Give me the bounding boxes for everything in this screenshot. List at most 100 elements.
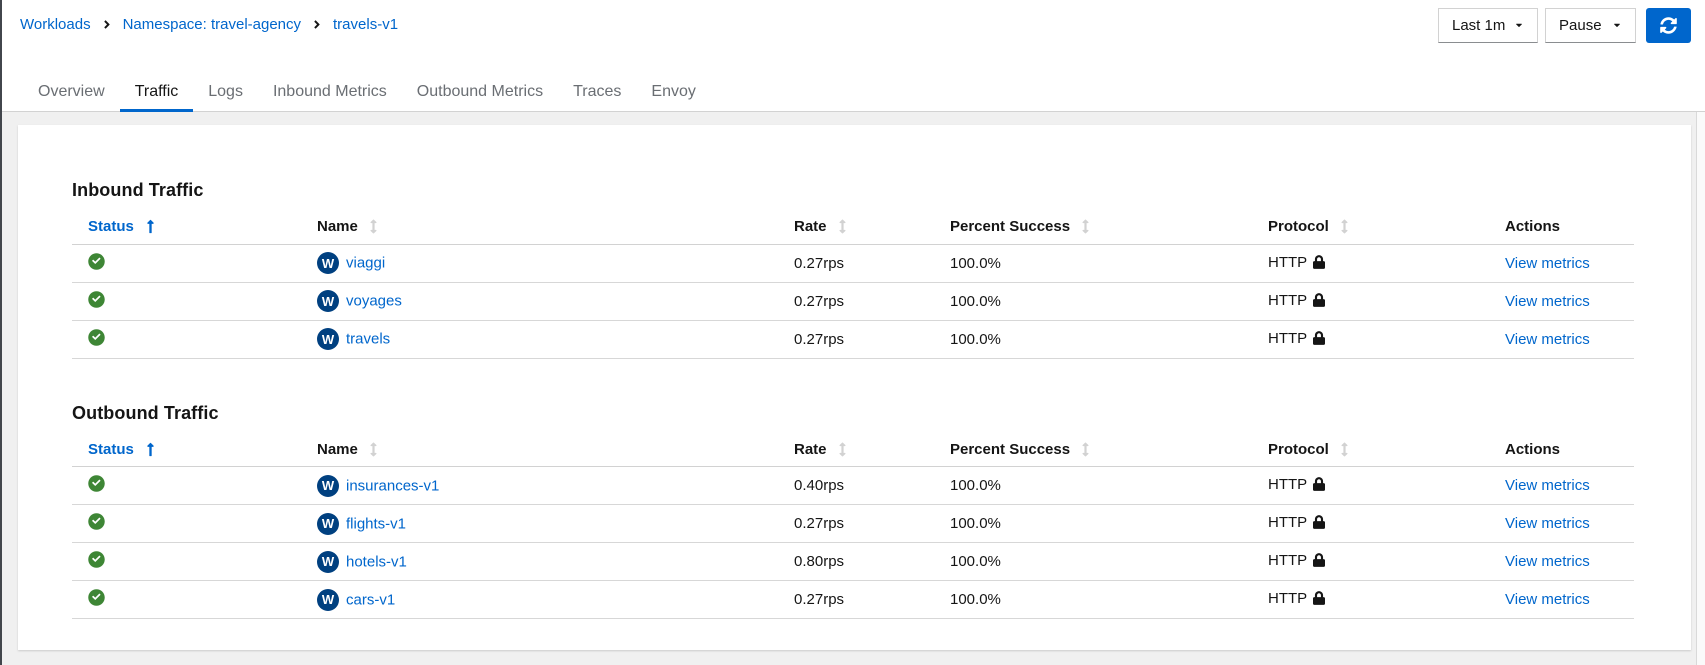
workload-badge: W — [317, 328, 339, 350]
workload-link[interactable]: insurances-v1 — [346, 477, 439, 494]
lock-icon — [1313, 591, 1326, 609]
workload-link[interactable]: travels — [346, 331, 390, 348]
name-cell: Wcars-v1 — [301, 581, 778, 619]
protocol-value: HTTP — [1268, 476, 1308, 493]
protocol-value: HTTP — [1268, 329, 1308, 347]
workload-link[interactable]: viaggi — [346, 255, 385, 272]
view-metrics-link[interactable]: View metrics — [1505, 293, 1590, 310]
column-header-name[interactable]: Name — [301, 433, 778, 467]
tab-traces[interactable]: Traces — [558, 72, 636, 111]
rate-cell: 0.27rps — [778, 244, 934, 282]
refresh-interval-dropdown[interactable]: Pause — [1545, 8, 1636, 43]
tab-outbound-metrics[interactable]: Outbound Metrics — [402, 72, 558, 111]
sort-arrows-icon — [1082, 219, 1089, 234]
name-cell: Wtravels — [301, 320, 778, 358]
breadcrumb-link-workloads[interactable]: Workloads — [20, 16, 91, 33]
page-header: Workloads Namespace: travel-agency travels… — [0, 0, 1705, 112]
rate-value: 0.27rps — [794, 254, 845, 272]
traffic-sections: Inbound Traffic Status Name Rate Percent Suc… — [72, 180, 1634, 619]
column-header-status[interactable]: Status — [72, 433, 301, 467]
actions-cell: View metrics — [1489, 244, 1634, 282]
section-title: Outbound Traffic — [72, 402, 219, 423]
actions-cell: View metrics — [1489, 581, 1634, 619]
column-header-percent-success[interactable]: Percent Success — [934, 433, 1252, 467]
traffic-card: Inbound Traffic Status Name Rate Percent Suc… — [18, 125, 1691, 650]
healthy-status-icon — [88, 589, 105, 606]
workload-link[interactable]: voyages — [346, 293, 402, 310]
tab-overview[interactable]: Overview — [23, 72, 120, 111]
name-cell: Winsurances-v1 — [301, 467, 778, 505]
duration-dropdown[interactable]: Last 1m — [1438, 8, 1538, 43]
lock-icon — [1313, 553, 1326, 571]
healthy-status-icon — [88, 475, 105, 492]
rate-cell: 0.80rps — [778, 543, 934, 581]
actions-cell: View metrics — [1489, 543, 1634, 581]
status-cell — [72, 244, 301, 282]
tab-traffic[interactable]: Traffic — [119, 72, 194, 112]
angle-right-icon — [103, 18, 111, 31]
table-header-row: Status Name Rate Percent Success Protocol Act… — [72, 210, 1634, 244]
actions-cell: View metrics — [1489, 467, 1634, 505]
name-cell: Wflights-v1 — [301, 505, 778, 543]
sort-arrows-icon — [1082, 442, 1089, 457]
sort-arrows-icon — [1341, 219, 1348, 234]
sort-arrows-icon — [839, 219, 846, 234]
workload-badge: W — [317, 588, 339, 611]
protocol-cell: HTTP — [1252, 505, 1489, 543]
lock-icon — [1313, 477, 1326, 495]
rate-value: 0.27rps — [794, 330, 845, 348]
tab-inbound-metrics[interactable]: Inbound Metrics — [258, 72, 402, 111]
status-cell — [72, 282, 301, 320]
column-header-name[interactable]: Name — [301, 210, 778, 244]
percent-success-cell: 100.0% — [934, 282, 1252, 320]
column-header-protocol[interactable]: Protocol — [1252, 433, 1489, 467]
healthy-status-icon — [88, 513, 105, 530]
table-row-voyages: Wvoyages 0.27rps 100.0% HTTP View metrics — [72, 282, 1634, 320]
table-row-travels: Wtravels 0.27rps 100.0% HTTP View metrics — [72, 320, 1634, 358]
protocol-cell: HTTP — [1252, 467, 1489, 505]
workload-badge: W — [317, 252, 339, 274]
protocol-cell: HTTP — [1252, 244, 1489, 282]
rate-cell: 0.27rps — [778, 282, 934, 320]
protocol-value: HTTP — [1268, 253, 1308, 271]
workload-link[interactable]: cars-v1 — [346, 591, 395, 608]
scrollbar-track[interactable] — [1696, 112, 1705, 665]
workload-link[interactable]: hotels-v1 — [346, 553, 407, 570]
view-metrics-link[interactable]: View metrics — [1505, 553, 1590, 570]
percent-success-value: 100.0% — [950, 292, 1001, 310]
toolbar: Last 1m Pause — [1438, 8, 1691, 43]
percent-success-cell: 100.0% — [934, 320, 1252, 358]
table-row-insurances-v1: Winsurances-v1 0.40rps 100.0% HTTP View metr… — [72, 467, 1634, 505]
column-header-protocol[interactable]: Protocol — [1252, 210, 1489, 244]
column-header-percent-success[interactable]: Percent Success — [934, 210, 1252, 244]
caret-down-icon — [1612, 17, 1622, 34]
view-metrics-link[interactable]: View metrics — [1505, 255, 1590, 272]
workload-link[interactable]: flights-v1 — [346, 515, 406, 532]
status-cell — [72, 581, 301, 619]
breadcrumb-link-namespace-travel-agency[interactable]: Namespace: travel-agency — [123, 16, 301, 33]
sync-icon — [1660, 17, 1677, 34]
view-metrics-link[interactable]: View metrics — [1505, 515, 1590, 532]
percent-success-value: 100.0% — [950, 591, 1001, 608]
workload-badge: W — [317, 474, 339, 497]
percent-success-value: 100.0% — [950, 254, 1001, 272]
status-cell — [72, 505, 301, 543]
view-metrics-link[interactable]: View metrics — [1505, 477, 1590, 494]
column-header-actions: Actions — [1505, 218, 1561, 236]
column-header-rate[interactable]: Rate — [778, 210, 934, 244]
tab-logs[interactable]: Logs — [193, 72, 258, 111]
column-header-rate[interactable]: Rate — [778, 433, 934, 467]
window-left-edge — [0, 0, 2, 665]
column-header-status[interactable]: Status — [72, 210, 301, 244]
rate-value: 0.27rps — [794, 515, 845, 532]
view-metrics-link[interactable]: View metrics — [1505, 591, 1590, 608]
tab-envoy[interactable]: Envoy — [636, 72, 710, 111]
healthy-status-icon — [88, 328, 105, 346]
inbound-traffic-table: Status Name Rate Percent Success Protocol Act… — [72, 210, 1634, 359]
view-metrics-link[interactable]: View metrics — [1505, 331, 1590, 348]
column-header-actions: Actions — [1505, 440, 1561, 458]
breadcrumb-link-travels-v1[interactable]: travels-v1 — [333, 16, 398, 33]
refresh-button[interactable] — [1646, 8, 1691, 43]
tab-bar: Overview Traffic Logs Inbound Metrics Outbou… — [0, 72, 1705, 112]
protocol-value: HTTP — [1268, 552, 1308, 569]
